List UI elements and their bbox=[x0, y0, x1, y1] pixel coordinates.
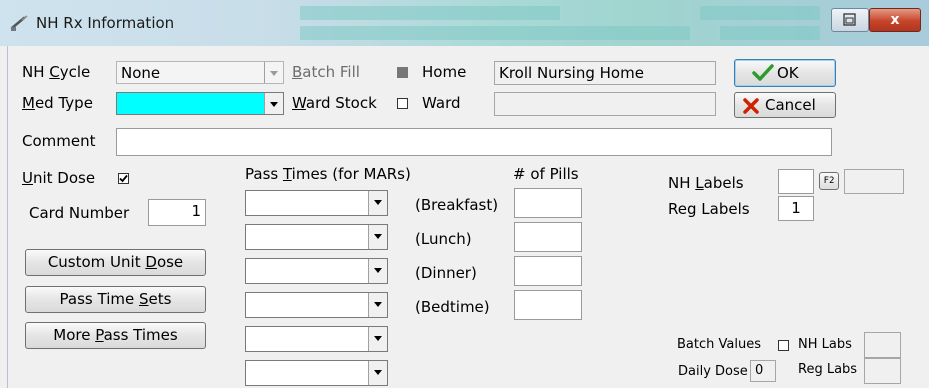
card-number-label: Card Number bbox=[29, 204, 130, 222]
batch-values-checkbox[interactable] bbox=[778, 340, 789, 351]
pass-time-select-4[interactable] bbox=[245, 292, 388, 318]
pass-time-sets-button[interactable]: Pass Time Sets bbox=[25, 286, 206, 313]
unit-dose-label: Unit Dose bbox=[22, 169, 96, 187]
cancel-label: Cancel bbox=[765, 96, 816, 114]
pills-field-breakfast[interactable] bbox=[514, 188, 582, 218]
ok-label: OK bbox=[777, 64, 799, 82]
nh-rx-information-window: NH Rx Information x NH Cycle None Batch … bbox=[0, 0, 929, 388]
pass-time-select-3[interactable] bbox=[245, 258, 388, 284]
more-pass-times-button[interactable]: More Pass Times bbox=[25, 322, 206, 349]
ward-stock-label: Ward Stock bbox=[292, 94, 377, 112]
x-icon bbox=[743, 98, 759, 114]
batch-values-label: Batch Values bbox=[677, 337, 761, 352]
custom-unit-dose-button[interactable]: Custom Unit Dose bbox=[25, 249, 206, 276]
title-bar[interactable]: NH Rx Information x bbox=[0, 0, 929, 46]
f2-button[interactable]: F2 bbox=[819, 172, 839, 190]
daily-dose-label: Daily Dose bbox=[678, 364, 748, 379]
pass-time-select-2[interactable] bbox=[245, 224, 388, 250]
chevron-down-icon[interactable] bbox=[264, 62, 283, 83]
nh-cycle-label: NH Cycle bbox=[22, 63, 91, 81]
window-title: NH Rx Information bbox=[36, 14, 175, 32]
checkmark-icon bbox=[119, 174, 128, 183]
meal-label-breakfast: (Breakfast) bbox=[415, 196, 499, 214]
nh-cycle-value: None bbox=[121, 64, 161, 82]
med-type-label: Med Type bbox=[22, 94, 93, 112]
pills-header: # of Pills bbox=[513, 165, 579, 183]
close-icon: x bbox=[890, 12, 900, 28]
nh-labels-field[interactable] bbox=[778, 169, 814, 194]
reg-labels-field[interactable]: 1 bbox=[778, 196, 814, 221]
nh-labels-label: NH Labels bbox=[668, 174, 744, 192]
card-number-field[interactable]: 1 bbox=[148, 199, 206, 226]
comment-field[interactable] bbox=[116, 128, 832, 156]
ok-button[interactable]: OK bbox=[734, 59, 836, 87]
restore-icon bbox=[843, 13, 856, 26]
close-button[interactable]: x bbox=[869, 8, 921, 32]
chevron-down-icon[interactable] bbox=[368, 361, 387, 385]
batch-fill-checkbox[interactable] bbox=[397, 67, 408, 78]
pass-times-label: Pass Times (for MARs) bbox=[245, 165, 411, 183]
chevron-down-icon[interactable] bbox=[368, 191, 387, 215]
meal-label-lunch: (Lunch) bbox=[415, 230, 472, 248]
chevron-down-icon[interactable] bbox=[368, 225, 387, 249]
meal-label-bedtime: (Bedtime) bbox=[415, 298, 490, 316]
pass-time-select-5[interactable] bbox=[245, 326, 388, 352]
unit-dose-checkbox[interactable] bbox=[118, 173, 129, 184]
check-icon bbox=[752, 64, 774, 81]
pass-time-select-1[interactable] bbox=[245, 190, 388, 216]
pills-field-bedtime[interactable] bbox=[514, 290, 582, 320]
home-field[interactable]: Kroll Nursing Home bbox=[494, 61, 716, 85]
cancel-button[interactable]: Cancel bbox=[734, 92, 836, 118]
ward-label: Ward bbox=[422, 94, 461, 112]
chevron-down-icon[interactable] bbox=[368, 293, 387, 317]
chevron-down-icon[interactable] bbox=[264, 93, 283, 114]
pill-bottle-icon bbox=[10, 15, 28, 31]
reg-labels-label: Reg Labels bbox=[668, 200, 750, 218]
comment-label: Comment bbox=[22, 132, 96, 150]
reg-labs-field bbox=[864, 358, 901, 384]
chevron-down-icon[interactable] bbox=[368, 259, 387, 283]
ward-field[interactable] bbox=[494, 92, 716, 116]
reg-labs-label: Reg Labs bbox=[798, 362, 858, 377]
pills-field-dinner[interactable] bbox=[514, 256, 582, 286]
nh-cycle-select[interactable]: None bbox=[116, 61, 284, 84]
f2-readout-field bbox=[844, 169, 904, 194]
form-body: NH Cycle None Batch Fill Home Kroll Nurs… bbox=[7, 46, 924, 388]
daily-dose-field: 0 bbox=[750, 360, 776, 382]
batch-fill-label: Batch Fill bbox=[292, 63, 360, 81]
chevron-down-icon[interactable] bbox=[368, 327, 387, 351]
ward-stock-checkbox[interactable] bbox=[397, 98, 408, 109]
med-type-select[interactable] bbox=[116, 92, 284, 115]
restore-button[interactable] bbox=[831, 8, 869, 32]
pass-time-select-6[interactable] bbox=[245, 360, 388, 386]
nh-labs-field bbox=[864, 332, 901, 358]
meal-label-dinner: (Dinner) bbox=[415, 264, 477, 282]
home-label: Home bbox=[422, 63, 467, 81]
nh-labs-label: NH Labs bbox=[798, 337, 852, 352]
pills-field-lunch[interactable] bbox=[514, 222, 582, 252]
